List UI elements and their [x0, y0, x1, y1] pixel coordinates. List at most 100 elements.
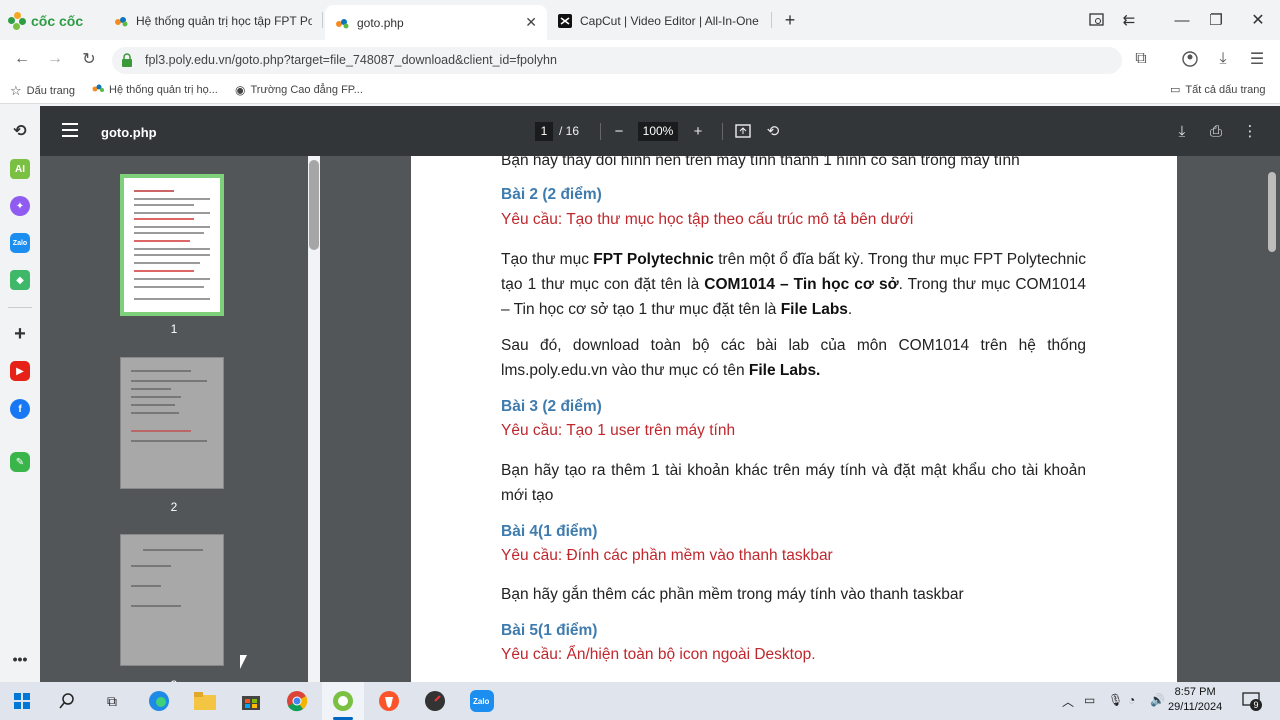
- brand-name: cốc cốc: [31, 13, 84, 29]
- bai2-paragraph-2: Sau đó, download toàn bộ các bài lab của…: [501, 337, 1086, 379]
- pdf-page: Bạn hãy thay đổi hình nền trên máy tính …: [411, 156, 1177, 682]
- close-tab-icon[interactable]: ✕: [525, 14, 537, 31]
- history-icon[interactable]: ⟲: [10, 121, 30, 141]
- zalo-icon[interactable]: Zalo: [10, 233, 30, 253]
- minimize-icon[interactable]: —: [1168, 6, 1196, 34]
- bai4-heading: Bài 4(1 điểm): [501, 523, 598, 540]
- bai2-requirement: Yêu cầu: Tạo thư mục học tập theo cấu tr…: [501, 211, 914, 228]
- file-explorer-icon[interactable]: [191, 687, 219, 715]
- thumbnail-page-3[interactable]: [120, 534, 224, 666]
- bai5-heading: Bài 5(1 điểm): [501, 622, 598, 639]
- thumbnail-page-2[interactable]: [120, 357, 224, 489]
- profile-icon[interactable]: [1176, 45, 1204, 73]
- fpt-favicon-icon: [92, 83, 104, 96]
- store-icon[interactable]: [237, 687, 265, 715]
- add-icon[interactable]: +: [10, 323, 30, 345]
- back-arrow-icon[interactable]: ⇇: [1115, 6, 1143, 34]
- bai2-heading: Bài 2 (2 điểm): [501, 186, 602, 203]
- windows-start-icon[interactable]: [8, 687, 36, 715]
- thumbnail-panel: 1 2 3: [40, 156, 308, 682]
- zoom-in-icon[interactable]: +: [687, 120, 709, 142]
- mouse-cursor: [240, 655, 254, 669]
- bookmark-label: Trường Cao đẳng FP...: [250, 84, 363, 96]
- folder-icon: ▭: [1170, 84, 1181, 96]
- facebook-icon[interactable]: f: [10, 399, 30, 419]
- speedometer-icon[interactable]: [421, 687, 449, 715]
- zoom-input[interactable]: 100%: [638, 122, 678, 141]
- paragraph-cut: Bạn hãy thay đổi hình nền trên máy tính …: [501, 156, 1020, 169]
- pdf-more-icon[interactable]: ⋮: [1239, 120, 1261, 142]
- restore-icon[interactable]: ❐: [1202, 6, 1230, 34]
- rotate-icon[interactable]: ⟲: [762, 120, 784, 142]
- thumbnail-label: 1: [170, 322, 178, 336]
- more-icon[interactable]: •••: [10, 649, 30, 669]
- fit-page-icon[interactable]: [732, 120, 754, 142]
- battery-icon[interactable]: ▭: [1084, 693, 1095, 707]
- clock-date: 29/11/2024: [1168, 701, 1223, 713]
- bookmark-lms[interactable]: Hệ thống quản trị họ...: [92, 83, 218, 96]
- zalo-taskbar-icon[interactable]: Zalo: [468, 687, 496, 715]
- tab-capcut[interactable]: CapCut | Video Editor | All-In-One: [548, 5, 770, 36]
- site-lock-icon[interactable]: [121, 53, 133, 67]
- coccoc-logo[interactable]: cốc cốc: [8, 10, 83, 32]
- tray-chevron-icon[interactable]: ︿: [1062, 693, 1074, 710]
- pdf-download-icon[interactable]: ⤓: [1171, 120, 1193, 142]
- extensions-icon[interactable]: ⧉: [1127, 45, 1155, 73]
- thumbnail-scrollbar[interactable]: [309, 160, 319, 250]
- reload-icon[interactable]: ↻: [75, 45, 103, 73]
- tab-lms[interactable]: Hệ thống quản trị học tập FPT Pol: [104, 5, 322, 36]
- page-number-input[interactable]: 1: [535, 122, 553, 141]
- clock[interactable]: 8:57 PM 29/11/2024: [1168, 685, 1222, 715]
- bookmark-dau-trang[interactable]: ☆ Dấu trang: [10, 83, 75, 99]
- bai4-paragraph: Bạn hãy gắn thêm các phần mềm trong máy …: [501, 586, 964, 603]
- search-icon[interactable]: [53, 687, 81, 715]
- youtube-icon[interactable]: ▶: [10, 361, 30, 381]
- messenger-icon[interactable]: ✦: [10, 196, 30, 216]
- bookmarks-bar: ☆ Dấu trang Hệ thống quản trị họ... ◉ Trườ…: [0, 78, 1280, 104]
- thumbnail-page-1[interactable]: [120, 174, 224, 316]
- all-bookmarks[interactable]: ▭ Tất cả dấu trang: [1170, 83, 1266, 97]
- edge-icon[interactable]: [145, 687, 173, 715]
- zoom-out-icon[interactable]: −: [608, 120, 630, 142]
- page-scrollbar[interactable]: [1268, 172, 1276, 252]
- coccoc-taskbar-icon[interactable]: [322, 682, 364, 720]
- brave-icon[interactable]: [375, 687, 403, 715]
- fpt-favicon-icon: [335, 16, 349, 30]
- globe-icon: ◉: [235, 83, 246, 97]
- forward-icon[interactable]: →: [41, 45, 69, 73]
- page-total: / 16: [559, 124, 580, 138]
- pdf-menu-icon[interactable]: [62, 123, 78, 137]
- tab-goto[interactable]: goto.php ✕: [325, 5, 547, 40]
- thumbnail-label: 2: [170, 500, 178, 514]
- svg-text:Zalo: Zalo: [473, 697, 490, 706]
- tab-title: goto.php: [357, 15, 404, 30]
- game-icon[interactable]: ◆: [10, 270, 30, 290]
- pdf-viewer: Bạn hãy thay đổi hình nền trên máy tính …: [320, 156, 1280, 682]
- bai5-requirement: Yêu cầu: Ẩn/hiện toàn bộ icon ngoài Desk…: [501, 646, 816, 663]
- notification-badge: 9: [1250, 699, 1262, 711]
- all-bookmarks-label: Tất cả dấu trang: [1185, 83, 1266, 96]
- pdf-title: goto.php: [101, 125, 157, 140]
- ai-icon[interactable]: AI: [10, 159, 30, 179]
- tab-title: CapCut | Video Editor | All-In-One: [580, 13, 759, 28]
- wifi-icon[interactable]: ◔: [1128, 693, 1135, 707]
- bookmark-label: Hệ thống quản trị họ...: [109, 83, 218, 96]
- back-icon[interactable]: ←: [8, 45, 36, 73]
- fpt-favicon-icon: [114, 14, 128, 28]
- close-window-icon[interactable]: ✕: [1244, 6, 1272, 34]
- bookmark-truong[interactable]: ◉ Trường Cao đẳng FP...: [235, 83, 363, 97]
- url-text[interactable]: fpl3.poly.edu.vn/goto.php?target=file_74…: [145, 53, 557, 67]
- menu-icon[interactable]: ☰: [1243, 45, 1271, 73]
- notes-icon[interactable]: ✎: [10, 452, 30, 472]
- chrome-icon[interactable]: [283, 687, 311, 715]
- star-icon: ☆: [10, 83, 22, 98]
- print-icon[interactable]: ⎙: [1205, 120, 1227, 142]
- tab-strip: cốc cốc Hệ thống quản trị học tập FPT Po…: [0, 0, 1280, 40]
- microphone-icon[interactable]: 🎙: [1108, 693, 1123, 707]
- volume-icon[interactable]: 🔊: [1150, 693, 1165, 707]
- new-tab-icon[interactable]: +: [776, 6, 804, 34]
- bai3-paragraph: Bạn hãy tạo ra thêm 1 tài khoản khác trê…: [501, 462, 1086, 504]
- download-icon[interactable]: ⤓: [1209, 45, 1237, 73]
- task-view-icon[interactable]: ⧉: [98, 687, 126, 715]
- tab-search-icon[interactable]: [1083, 6, 1111, 34]
